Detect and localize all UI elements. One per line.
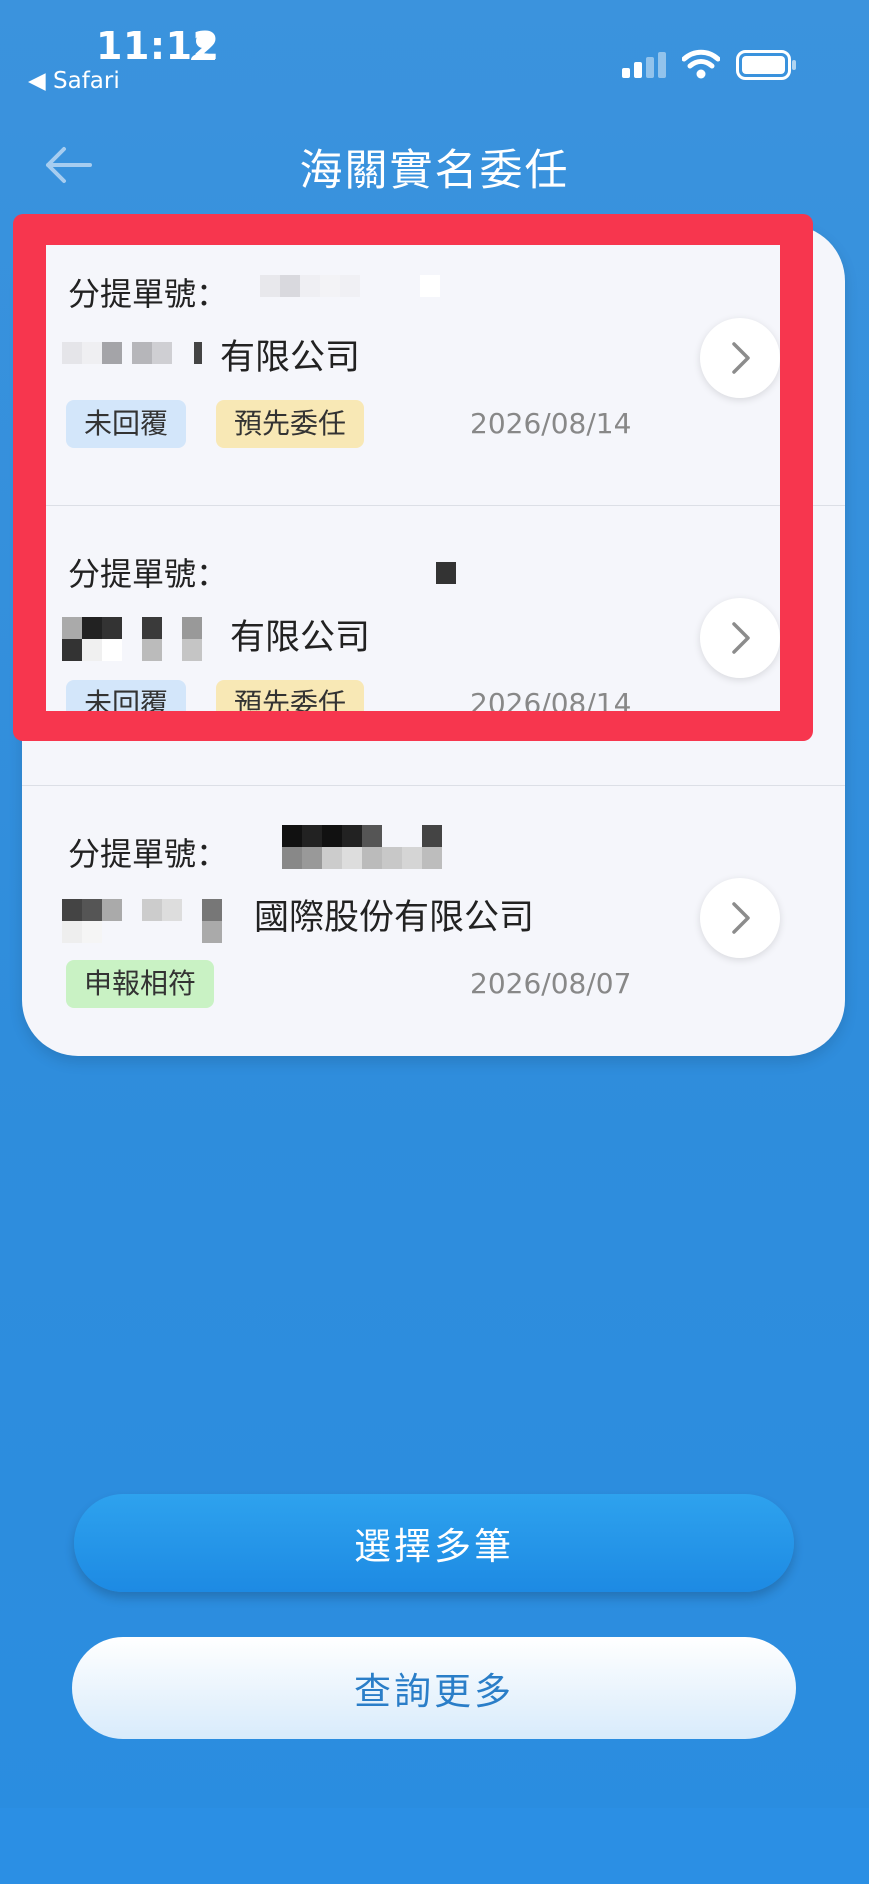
- chevron-right-icon: [732, 342, 750, 374]
- back-to-safari-link[interactable]: ◀ Safari: [28, 68, 120, 94]
- wifi-icon: [682, 49, 720, 79]
- company-name-suffix: 有限公司: [230, 618, 371, 658]
- bill-number-label: 分提單號：: [68, 275, 229, 313]
- person-icon: [191, 34, 215, 60]
- open-record-button[interactable]: [700, 878, 780, 958]
- chevron-right-icon: [732, 622, 750, 654]
- redacted-company-name: [62, 617, 202, 661]
- bill-number-label: 分提單號：: [68, 835, 229, 873]
- record-date: 2026/08/14: [470, 407, 632, 440]
- page-title: 海關實名委任: [299, 146, 570, 196]
- open-record-button[interactable]: [700, 318, 780, 398]
- list-item[interactable]: 分提單號： 國際股份有限公司 申報相符 2026/08/07: [22, 785, 845, 1065]
- bottom-safe-area: [0, 1808, 869, 1884]
- open-record-button[interactable]: [700, 598, 780, 678]
- bill-number-label: 分提單號：: [68, 555, 229, 593]
- company-name-suffix: 國際股份有限公司: [254, 898, 535, 938]
- status-badge-unreplied: 未回覆: [66, 680, 187, 728]
- redacted-bill-number: [436, 562, 456, 584]
- redacted-bill-number: [260, 275, 440, 297]
- redacted-company-name: [62, 342, 202, 364]
- status-badge-unreplied: 未回覆: [66, 400, 187, 448]
- redacted-company-name: [62, 899, 222, 943]
- cellular-signal-icon: [622, 52, 666, 78]
- record-date: 2026/08/07: [470, 967, 632, 1000]
- chevron-right-icon: [732, 902, 750, 934]
- status-badge-pre-authorized: 預先委任: [216, 680, 365, 728]
- redacted-bill-number: [282, 825, 442, 869]
- status-badge-pre-authorized: 預先委任: [216, 400, 365, 448]
- query-more-button[interactable]: 查詢更多: [72, 1637, 796, 1739]
- status-bar: 11:12 ◀ Safari: [0, 0, 869, 100]
- select-multiple-button[interactable]: 選擇多筆: [74, 1494, 794, 1592]
- company-name-suffix: 有限公司: [220, 338, 361, 378]
- battery-icon: [736, 50, 796, 80]
- status-badge-declaration-matched: 申報相符: [66, 960, 215, 1008]
- list-item[interactable]: 分提單號： 有限公司 未回覆 預先委任 2026/08/14: [22, 225, 845, 506]
- record-date: 2026/08/14: [470, 687, 632, 720]
- record-list-card: 分提單號： 有限公司 未回覆 預先委任 2026/08/14 分提單號： 有限公: [22, 225, 845, 1056]
- list-item[interactable]: 分提單號： 有限公司 未回覆 預先委任 2026/08/14: [22, 505, 845, 786]
